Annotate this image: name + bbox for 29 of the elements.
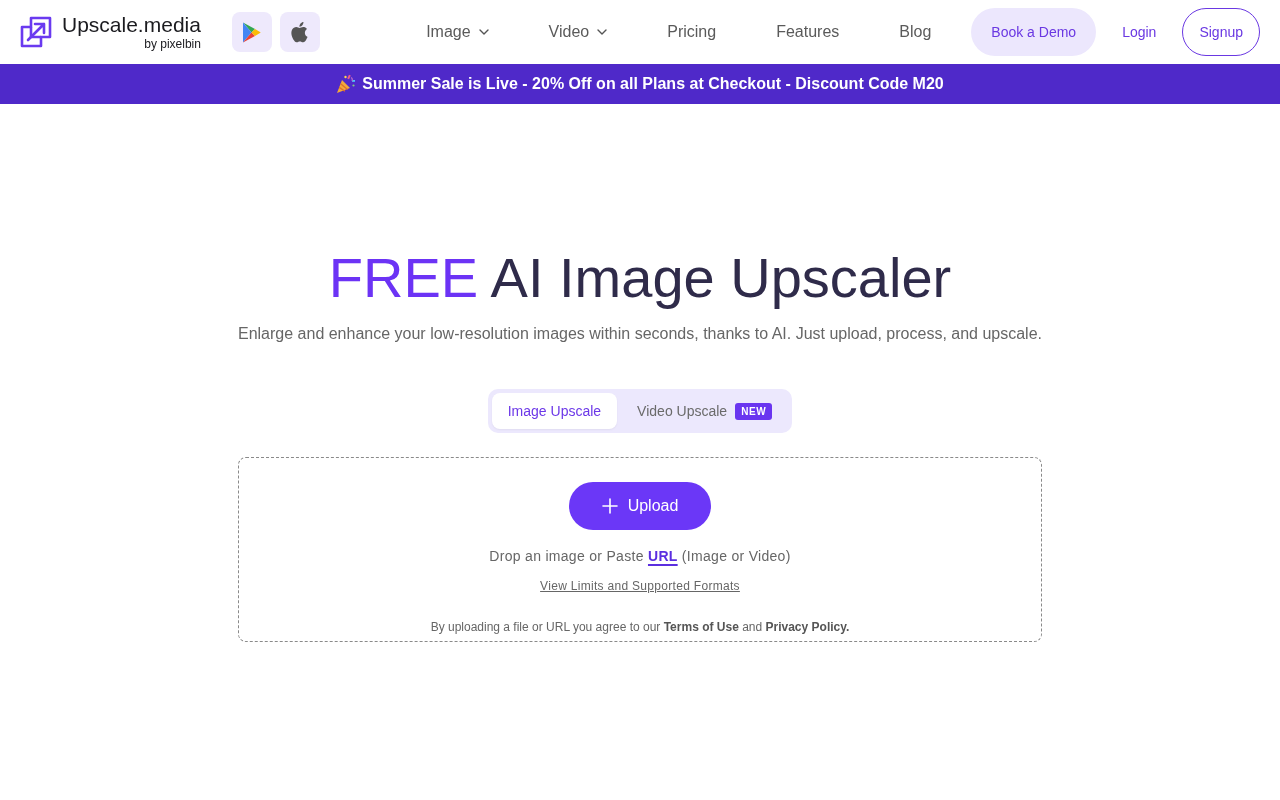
drop-zone[interactable]: Upload Drop an image or Paste URL (Image or Video) View Limits and Supported Formats By uploading a file or URL you agree to our Terms of Use and Privacy Policy. [238,457,1042,642]
apple-app-button[interactable] [279,12,320,52]
terms-notice: By uploading a file or URL you agree to our Terms of Use and Privacy Policy. [430,619,850,635]
drop-instructions: Drop an image or Paste URL (Image or Video) [489,547,791,566]
url-link[interactable]: URL [647,548,678,564]
login-link[interactable]: Login [1122,24,1157,40]
promo-text: Summer Sale is Live - 20% Off on all Plans at Checkout - Discount Code M20 [362,75,944,93]
play-app-button[interactable] [231,12,272,52]
brand-name: Upscale.media [62,13,201,37]
nav-link[interactable]: Features [776,23,840,41]
nav-link[interactable]: Blog [899,23,932,41]
mode-tab[interactable]: Video Upscale NEW [621,393,789,429]
plus-icon [601,498,618,514]
upload-button[interactable]: Upload [569,482,711,530]
new-badge: NEW [735,402,773,420]
nav-link[interactable]: Image [426,23,489,41]
limits-link[interactable]: View Limits and Supported Formats [540,578,740,594]
apple-icon [290,21,310,43]
demo-button[interactable]: Book a Demo [971,8,1097,56]
signup-button[interactable]: Signup [1182,8,1260,56]
nav-link[interactable]: Pricing [667,23,717,41]
mode-tab[interactable]: Image Upscale [491,393,618,429]
brand-byline: by pixelbin [144,37,201,51]
nav-link[interactable]: Video [548,23,608,41]
logo-icon[interactable] [20,16,52,48]
hero-subtitle: Enlarge and enhance your low-resolution images within seconds, thanks to AI. Just upload, process, and upscale. [238,324,1042,344]
party-popper-icon [336,74,357,94]
play-icon [242,21,262,43]
hero-title: FREE AI Image Upscaler [328,245,952,311]
